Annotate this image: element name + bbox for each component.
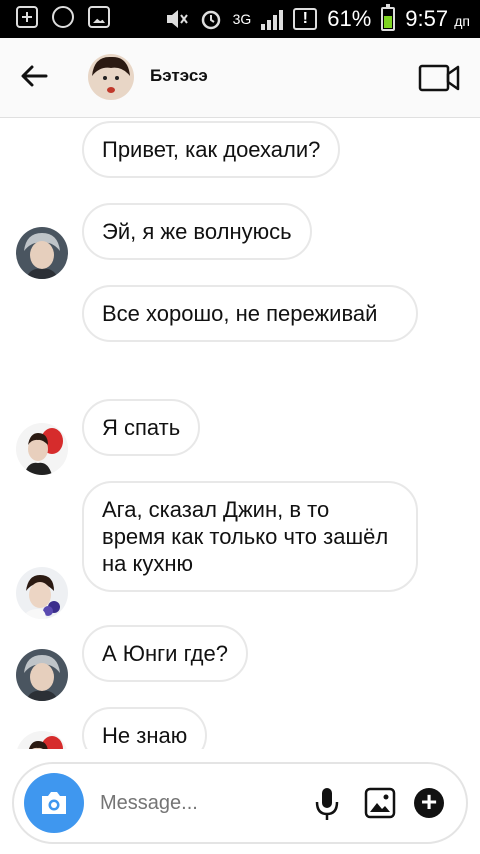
message-bubble[interactable]: Все хорошо, не переживай [82, 285, 418, 342]
mute-icon [166, 10, 188, 28]
battery-percent: 61% [327, 6, 372, 31]
contact-name: Бэтэсэ [150, 66, 208, 85]
sender-avatar[interactable] [16, 567, 68, 619]
message-composer: + [12, 762, 468, 844]
battery-icon [381, 4, 396, 31]
system-indicators: 3G ! 61% 9:57 дп [165, 0, 470, 38]
clock: 9:57 дп [405, 6, 470, 31]
recycle-notification-icon [52, 6, 74, 28]
sender-avatar[interactable] [16, 731, 68, 749]
network-type: 3G [232, 11, 252, 27]
message-list[interactable]: Привет, как доехали? Эй, я же волнуюсь В… [0, 119, 480, 749]
chat-header: Бэтэсэ [0, 38, 480, 118]
camera-icon [42, 792, 66, 814]
battery-level [384, 15, 393, 28]
contact-avatar[interactable] [88, 54, 134, 100]
message-bubble[interactable]: Эй, я же волнуюсь [82, 203, 312, 260]
message-bubble[interactable]: А Юнги где? [82, 625, 248, 682]
alarm-icon [201, 10, 220, 30]
gallery-icon[interactable] [364, 787, 396, 819]
add-notification-icon [16, 6, 38, 28]
message-bubble[interactable]: Я спать [82, 399, 201, 456]
plus-icon[interactable]: + [414, 788, 444, 818]
message-bubble[interactable]: Привет, как доехали? [82, 121, 341, 178]
notification-icons [16, 6, 110, 28]
sender-avatar[interactable] [16, 423, 68, 475]
image-notification-icon [88, 6, 110, 28]
mic-icon[interactable] [314, 786, 340, 822]
message-bubble[interactable]: Не знаю [82, 707, 208, 749]
sender-avatar[interactable] [16, 649, 68, 701]
message-bubble[interactable]: Ага, сказал Джин, в то время как только … [82, 481, 418, 592]
camera-button[interactable] [24, 773, 84, 833]
back-arrow-icon[interactable] [18, 60, 50, 92]
notification-badge-icon: ! [293, 8, 318, 30]
video-call-icon[interactable] [418, 62, 460, 94]
sender-avatar[interactable] [16, 227, 68, 279]
message-input[interactable] [100, 792, 290, 815]
status-bar: 3G ! 61% 9:57 дп [0, 0, 480, 38]
signal-icon [261, 8, 284, 30]
